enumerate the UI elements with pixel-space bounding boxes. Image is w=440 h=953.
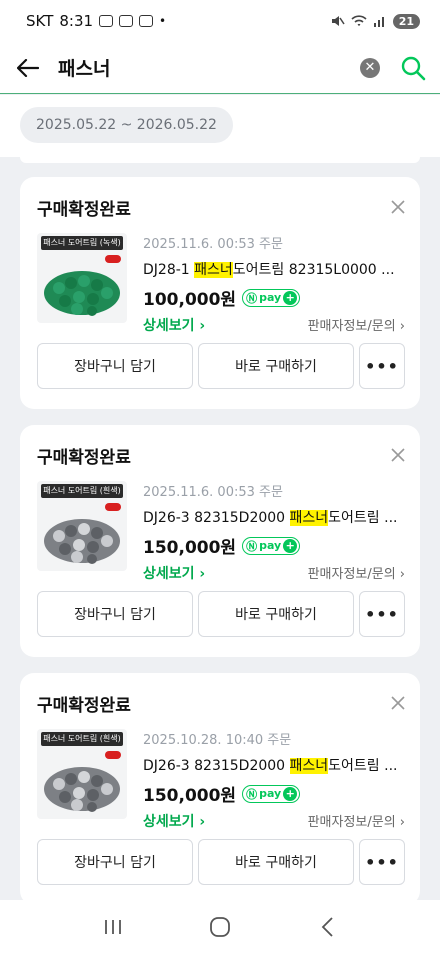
clock: 8:31 bbox=[59, 12, 94, 30]
add-to-cart-button[interactable]: 장바구니 담기 bbox=[37, 839, 193, 885]
previous-card-edge bbox=[20, 157, 420, 163]
npay-n-icon: Ⓝ bbox=[246, 787, 258, 801]
home-icon bbox=[210, 916, 230, 937]
add-to-cart-button[interactable]: 장바구니 담기 bbox=[37, 591, 193, 637]
order-status: 구매확정완료 bbox=[37, 448, 131, 468]
order-status: 구매확정완료 bbox=[37, 696, 131, 716]
system-nav-bar bbox=[0, 900, 440, 953]
signal-icon bbox=[373, 17, 384, 27]
order-card: 구매확정완료 패스너 도어트림 (녹색) 2025.11.6. 00:53 주문… bbox=[20, 177, 420, 409]
title-suffix: 도어트림 ... bbox=[328, 758, 398, 774]
delete-order-icon[interactable] bbox=[390, 447, 406, 463]
npay-label: pay bbox=[259, 787, 282, 800]
title-suffix: 도어트림 82315L0000 ... bbox=[232, 262, 395, 278]
recent-apps-icon bbox=[105, 919, 122, 934]
product-title[interactable]: DJ26-3 82315D2000 패스너도어트림 ... bbox=[143, 507, 405, 527]
title-highlight: 패스너 bbox=[194, 262, 233, 278]
clear-search-button[interactable]: ✕ bbox=[360, 57, 380, 78]
screenshot-icon bbox=[99, 15, 114, 27]
title-prefix: DJ26-3 82315D2000 bbox=[143, 758, 290, 774]
title-highlight: 패스너 bbox=[289, 510, 329, 526]
search-input[interactable]: 패스너 bbox=[58, 54, 360, 81]
add-to-cart-button[interactable]: 장바구니 담기 bbox=[37, 343, 193, 389]
title-highlight: 패스너 bbox=[289, 758, 329, 774]
npay-label: pay bbox=[259, 539, 282, 552]
delete-order-icon[interactable] bbox=[390, 199, 406, 215]
order-status: 구매확정완료 bbox=[37, 200, 131, 220]
title-suffix: 도어트림 ... bbox=[328, 510, 398, 526]
buy-now-button[interactable]: 바로 구매하기 bbox=[198, 591, 354, 637]
npay-badge: Ⓝpay + bbox=[242, 288, 301, 307]
recent-apps-button[interactable] bbox=[93, 907, 133, 947]
battery-icon: 21 bbox=[392, 13, 420, 29]
product-thumbnail[interactable]: 패스너 도어트림 (흰색) bbox=[37, 481, 127, 571]
seller-info-link[interactable]: 판매자정보/문의 › bbox=[308, 811, 405, 831]
more-options-button[interactable]: ••• bbox=[359, 343, 405, 389]
order-card: 구매확정완료 패스너 도어트림 (흰색) 2025.10.28. 10:40 주… bbox=[20, 673, 420, 905]
search-icon[interactable] bbox=[400, 55, 426, 81]
product-title[interactable]: DJ26-3 82315D2000 패스너도어트림 ... bbox=[143, 755, 405, 775]
plus-icon: + bbox=[283, 538, 298, 553]
wifi-icon bbox=[351, 15, 367, 26]
product-thumbnail[interactable]: 패스너 도어트림 (흰색) bbox=[37, 729, 127, 819]
green-fasteners-image bbox=[44, 271, 120, 316]
delete-order-icon[interactable] bbox=[390, 695, 406, 711]
product-price: 100,000원 bbox=[143, 290, 237, 310]
white-fasteners-image bbox=[44, 767, 120, 812]
order-date: 2025.10.28. 10:40 주문 bbox=[143, 733, 292, 748]
order-card: 구매확정완료 패스너 도어트림 (흰색) 2025.11.6. 00:53 주문… bbox=[20, 425, 420, 657]
buy-now-button[interactable]: 바로 구매하기 bbox=[198, 839, 354, 885]
plus-icon: + bbox=[283, 786, 298, 801]
buy-now-button[interactable]: 바로 구매하기 bbox=[198, 343, 354, 389]
filter-bar: 2025.05.22 ~ 2026.05.22 bbox=[0, 95, 440, 157]
order-date: 2025.11.6. 00:53 주문 bbox=[143, 237, 283, 252]
product-title[interactable]: DJ28-1 패스너도어트림 82315L0000 ... bbox=[143, 259, 405, 279]
title-prefix: DJ26-3 82315D2000 bbox=[143, 510, 290, 526]
system-back-button[interactable] bbox=[307, 907, 347, 947]
npay-n-icon: Ⓝ bbox=[246, 291, 258, 305]
seller-info-link[interactable]: 판매자정보/문의 › bbox=[308, 315, 405, 335]
detail-link[interactable]: 상세보기 › bbox=[143, 315, 205, 335]
search-header: 패스너 ✕ bbox=[0, 42, 440, 94]
detail-link[interactable]: 상세보기 › bbox=[143, 811, 205, 831]
more-options-button[interactable]: ••• bbox=[359, 839, 405, 885]
order-date: 2025.11.6. 00:53 주문 bbox=[143, 485, 283, 500]
close-icon: ✕ bbox=[364, 60, 376, 75]
detail-link[interactable]: 상세보기 › bbox=[143, 563, 205, 583]
npay-badge: Ⓝpay + bbox=[242, 536, 301, 555]
npay-badge: Ⓝpay + bbox=[242, 784, 301, 803]
talk-icon bbox=[139, 15, 154, 27]
npay-n-icon: Ⓝ bbox=[246, 539, 258, 553]
home-button[interactable] bbox=[200, 907, 240, 947]
title-prefix: DJ28-1 bbox=[143, 262, 195, 278]
back-button[interactable] bbox=[16, 56, 40, 80]
more-options-button[interactable]: ••• bbox=[359, 591, 405, 637]
carrier-label: SKT bbox=[26, 12, 54, 30]
npay-label: pay bbox=[259, 291, 282, 304]
back-arrow-icon bbox=[17, 58, 39, 77]
notification-dot-icon: • bbox=[159, 14, 167, 28]
message-icon bbox=[119, 15, 134, 27]
mute-icon bbox=[331, 16, 345, 26]
product-price: 150,000원 bbox=[143, 786, 237, 806]
white-fasteners-image bbox=[44, 519, 120, 564]
status-bar: SKT 8:31 • 21 bbox=[0, 0, 440, 42]
chevron-left-icon bbox=[321, 916, 333, 937]
plus-icon: + bbox=[283, 290, 298, 305]
product-price: 150,000원 bbox=[143, 538, 237, 558]
seller-info-link[interactable]: 판매자정보/문의 › bbox=[308, 563, 405, 583]
product-thumbnail[interactable]: 패스너 도어트림 (녹색) bbox=[37, 233, 127, 323]
date-range-filter[interactable]: 2025.05.22 ~ 2026.05.22 bbox=[20, 107, 233, 143]
